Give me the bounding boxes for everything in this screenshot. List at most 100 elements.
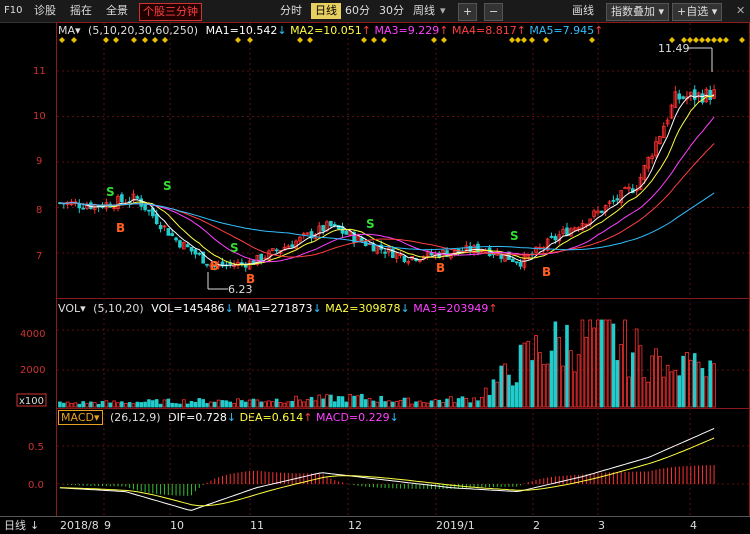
candle-body <box>274 249 279 252</box>
volume-bar <box>615 360 620 408</box>
candle-body <box>240 262 244 265</box>
signal-diamond-icon <box>103 37 109 43</box>
volume-bar <box>363 399 368 408</box>
volume-bar <box>677 375 682 408</box>
candle-body <box>344 230 349 235</box>
volume-bar <box>460 396 465 408</box>
buy-signal-icon: B <box>436 261 445 275</box>
volume-bar <box>669 371 674 408</box>
volume-bar <box>623 319 627 408</box>
volume-bar <box>263 401 267 408</box>
volume-bar <box>665 364 670 408</box>
volume-bar <box>220 400 225 408</box>
volume-bar <box>445 398 449 408</box>
volume-bar <box>611 323 616 408</box>
volume-bar <box>344 401 349 408</box>
macd-line <box>59 428 715 511</box>
period-label[interactable]: 日线 <box>4 518 26 532</box>
volume-bar <box>518 344 523 408</box>
volume-bar <box>476 400 480 408</box>
volume-bar <box>305 399 310 408</box>
macd-panel[interactable] <box>56 408 750 517</box>
signal-diamond-icon <box>113 37 119 43</box>
volume-bar <box>116 402 120 408</box>
volume-bar <box>278 402 283 408</box>
candle-body <box>677 93 682 100</box>
volume-bar <box>151 400 155 408</box>
volume-bar <box>135 401 140 408</box>
price-tick: 7 <box>36 251 42 262</box>
volume-bar <box>236 398 240 408</box>
candle-body <box>692 89 697 100</box>
signal-diamond-icon <box>515 37 521 43</box>
signal-diamond-icon <box>371 37 377 43</box>
candle-body <box>499 254 503 259</box>
period-arrow-icon[interactable]: ↓ <box>30 519 39 532</box>
volume-bar <box>309 397 314 408</box>
volume-bar <box>708 360 712 408</box>
volume-bar <box>282 402 287 408</box>
candle-body <box>154 213 159 225</box>
volume-bar <box>464 397 469 408</box>
macd-tick: 0.0 <box>28 480 44 491</box>
volume-bar <box>181 399 186 408</box>
volume-bar <box>267 400 271 408</box>
candle-body <box>514 261 519 264</box>
volume-bar <box>154 399 159 408</box>
price-tick: 10 <box>33 111 46 122</box>
candle-body <box>120 194 124 203</box>
volume-bar <box>603 319 608 408</box>
volume-bar <box>360 393 364 408</box>
volume-bar <box>394 400 399 408</box>
volume-bar <box>681 355 685 408</box>
volume-bar <box>174 403 178 408</box>
candle-body <box>77 203 82 209</box>
volume-bar <box>654 348 658 408</box>
volume-bar <box>158 403 163 408</box>
volume-bar <box>127 402 132 408</box>
candle-body <box>259 253 264 262</box>
signal-diamond-icon <box>142 37 148 43</box>
volume-bar <box>348 394 353 408</box>
volume-bar <box>561 365 565 408</box>
date-tick: 9 <box>104 519 111 532</box>
candle-body <box>178 240 182 248</box>
candle-body <box>623 187 627 190</box>
date-tick: 10 <box>170 519 184 532</box>
candle-body <box>681 96 685 99</box>
candle-body <box>553 236 558 241</box>
volume-bar <box>108 402 113 408</box>
volume-bar <box>522 342 527 408</box>
price-tick: 8 <box>36 205 42 216</box>
volume-bar <box>232 403 236 408</box>
volume-bar <box>414 401 418 408</box>
volume-bar <box>352 395 356 408</box>
volume-bar <box>201 399 205 408</box>
signal-diamond-icon <box>235 37 241 43</box>
volume-bar <box>274 398 279 408</box>
volume-bar <box>286 401 291 408</box>
volume-bar <box>162 399 167 408</box>
volume-bar <box>696 361 701 408</box>
volume-bar <box>410 403 414 408</box>
volume-bar <box>58 401 62 408</box>
volume-bar <box>565 324 569 408</box>
volume-bar <box>89 401 93 408</box>
volume-bar <box>104 400 109 408</box>
volume-bar <box>685 352 689 408</box>
volume-bar <box>251 398 256 408</box>
volume-bar <box>224 400 229 408</box>
volume-bar <box>503 363 507 408</box>
stock-chart[interactable]: S SSSSBBBB B 11.49 6.23 11 10 9 8 7 4000 2… <box>0 0 750 534</box>
signal-diamond-icon <box>59 37 65 43</box>
date-tick: 3 <box>598 519 605 532</box>
volume-bar <box>572 371 577 408</box>
candle-body <box>205 263 209 266</box>
volume-bar <box>456 398 461 408</box>
volume-bar <box>189 401 194 408</box>
volume-bar <box>510 385 515 408</box>
high-price-label: 11.49 <box>658 42 690 55</box>
volume-bar <box>139 402 144 408</box>
volume-bar <box>557 337 562 408</box>
signal-diamond-icon <box>693 37 699 43</box>
